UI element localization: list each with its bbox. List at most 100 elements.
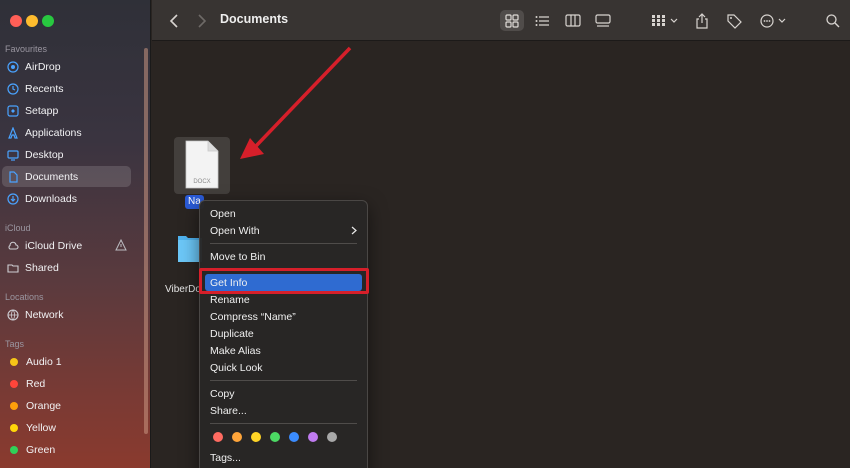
sidebar-item-network[interactable]: Network: [2, 304, 131, 325]
sidebar-item-label: Audio 1: [26, 355, 62, 368]
menu-item-label: Compress “Name”: [210, 310, 296, 323]
sidebar-item-airdrop[interactable]: AirDrop: [2, 56, 131, 77]
sidebar-item-label: Documents: [25, 170, 79, 183]
share-button[interactable]: [693, 10, 711, 31]
forward-icon: [197, 13, 207, 28]
list-view-button[interactable]: [532, 10, 552, 31]
shared-folder-icon: [7, 262, 19, 274]
section-title-icloud: iCloud: [5, 223, 31, 233]
warning-icon: [115, 238, 127, 251]
menu-tag-color-dot[interactable]: [213, 432, 223, 442]
sidebar-item-label: Red: [26, 377, 46, 390]
sidebar-item-label: iCloud Drive: [25, 239, 83, 252]
sidebar-item-tag-audio-1[interactable]: Audio 1: [2, 351, 131, 372]
menu-item-label: Make Alias: [210, 344, 261, 357]
tag-color-dot: [10, 423, 18, 432]
grid-view-icon: [505, 13, 519, 28]
menu-tag-color-dot[interactable]: [232, 432, 242, 442]
menu-item-label: Move to Bin: [210, 250, 266, 263]
menu-item-move-to-bin[interactable]: Move to Bin: [205, 248, 362, 265]
section-title-tags: Tags: [5, 339, 25, 349]
tag-color-dot: [10, 379, 18, 388]
menu-item-open[interactable]: Open: [205, 205, 362, 222]
menu-item-open-with[interactable]: Open With: [205, 222, 362, 239]
close-window-button[interactable]: [10, 15, 22, 27]
group-button[interactable]: [649, 10, 681, 31]
sidebar-item-label: Applications: [25, 126, 82, 139]
window-title: Documents: [220, 12, 289, 26]
more-actions-button[interactable]: [758, 10, 790, 31]
menu-item-compress[interactable]: Compress “Name”: [205, 308, 362, 325]
sidebar-item-label: Green: [26, 443, 56, 456]
sidebar-item-label: Shared: [25, 261, 59, 274]
sidebar-item-label: Setapp: [25, 104, 59, 117]
back-button[interactable]: [166, 10, 182, 31]
section-title-locations: Locations: [5, 292, 44, 302]
menu-tag-color-dot[interactable]: [289, 432, 299, 442]
chevron-right-icon: [351, 226, 357, 238]
gallery-view-icon: [595, 14, 611, 27]
menu-tag-color-dot[interactable]: [308, 432, 318, 442]
sidebar-item-label: Network: [25, 308, 64, 321]
section-title-favourites: Favourites: [5, 44, 48, 54]
sidebar-item-applications[interactable]: Applications: [2, 122, 131, 143]
search-button[interactable]: [824, 10, 842, 31]
tag-color-dot: [10, 401, 18, 410]
sidebar-item-label: AirDrop: [25, 60, 61, 73]
setapp-icon: [7, 104, 19, 117]
sidebar-item-setapp[interactable]: Setapp: [2, 100, 131, 121]
menu-tag-color-dot[interactable]: [327, 432, 337, 442]
menu-tag-color-dot[interactable]: [270, 432, 280, 442]
desktop-icon: [7, 149, 19, 161]
sidebar-item-tag-orange[interactable]: Orange: [2, 395, 131, 416]
sidebar-item-documents[interactable]: Documents: [2, 166, 131, 187]
column-view-button[interactable]: [562, 10, 584, 31]
menu-item-label: Open: [210, 207, 236, 220]
airdrop-icon: [7, 60, 19, 73]
menu-tag-color-dot[interactable]: [251, 432, 261, 442]
sidebar-item-label: Desktop: [25, 148, 64, 161]
context-menu: Open Open With Move to Bin Get Info Rena…: [199, 200, 368, 468]
sidebar-item-icloud-drive[interactable]: iCloud Drive: [2, 235, 131, 256]
sidebar-item-desktop[interactable]: Desktop: [2, 144, 131, 165]
tag-color-dot: [10, 445, 18, 454]
applications-icon: [7, 126, 19, 139]
group-icon: [651, 14, 679, 27]
docx-file-icon: DOCX: [185, 140, 219, 189]
sidebar-item-tag-green[interactable]: Green: [2, 439, 131, 460]
menu-item-quick-look[interactable]: Quick Look: [205, 359, 362, 376]
menu-item-label: Copy: [210, 387, 235, 400]
menu-item-copy[interactable]: Copy: [205, 385, 362, 402]
toolbar: Documents: [152, 0, 850, 41]
file-type-badge: DOCX: [193, 179, 210, 185]
column-view-icon: [565, 14, 581, 27]
menu-item-make-alias[interactable]: Make Alias: [205, 342, 362, 359]
sidebar-item-downloads[interactable]: Downloads: [2, 188, 131, 209]
sidebar: Favourites AirDrop Recents Setapp Applic…: [0, 0, 151, 468]
sidebar-item-tag-yellow[interactable]: Yellow: [2, 417, 131, 438]
grid-view-button[interactable]: [500, 10, 524, 31]
zoom-window-button[interactable]: [42, 15, 54, 27]
tag-color-dot: [10, 357, 18, 366]
menu-item-share[interactable]: Share...: [205, 402, 362, 419]
network-icon: [7, 308, 19, 321]
menu-item-duplicate[interactable]: Duplicate: [205, 325, 362, 342]
tag-button[interactable]: [724, 10, 744, 31]
sidebar-item-shared[interactable]: Shared: [2, 257, 131, 278]
sidebar-item-tag-red[interactable]: Red: [2, 373, 131, 394]
gallery-view-button[interactable]: [592, 10, 614, 31]
menu-item-label: Open With: [210, 224, 260, 237]
menu-item-label: Quick Look: [210, 361, 263, 374]
sidebar-item-recents[interactable]: Recents: [2, 78, 131, 99]
forward-button[interactable]: [194, 10, 210, 31]
minimize-window-button[interactable]: [26, 15, 38, 27]
sidebar-scrollbar[interactable]: [144, 48, 148, 434]
menu-separator: [210, 423, 357, 424]
sidebar-item-label: Orange: [26, 399, 62, 412]
annotation-arrow: [240, 46, 352, 159]
folder-name[interactable]: ViberDo: [165, 284, 201, 295]
document-icon: [7, 170, 19, 183]
menu-item-tags[interactable]: Tags...: [205, 449, 362, 466]
tag-icon: [726, 13, 742, 29]
selected-file-item[interactable]: DOCX: [174, 137, 230, 194]
